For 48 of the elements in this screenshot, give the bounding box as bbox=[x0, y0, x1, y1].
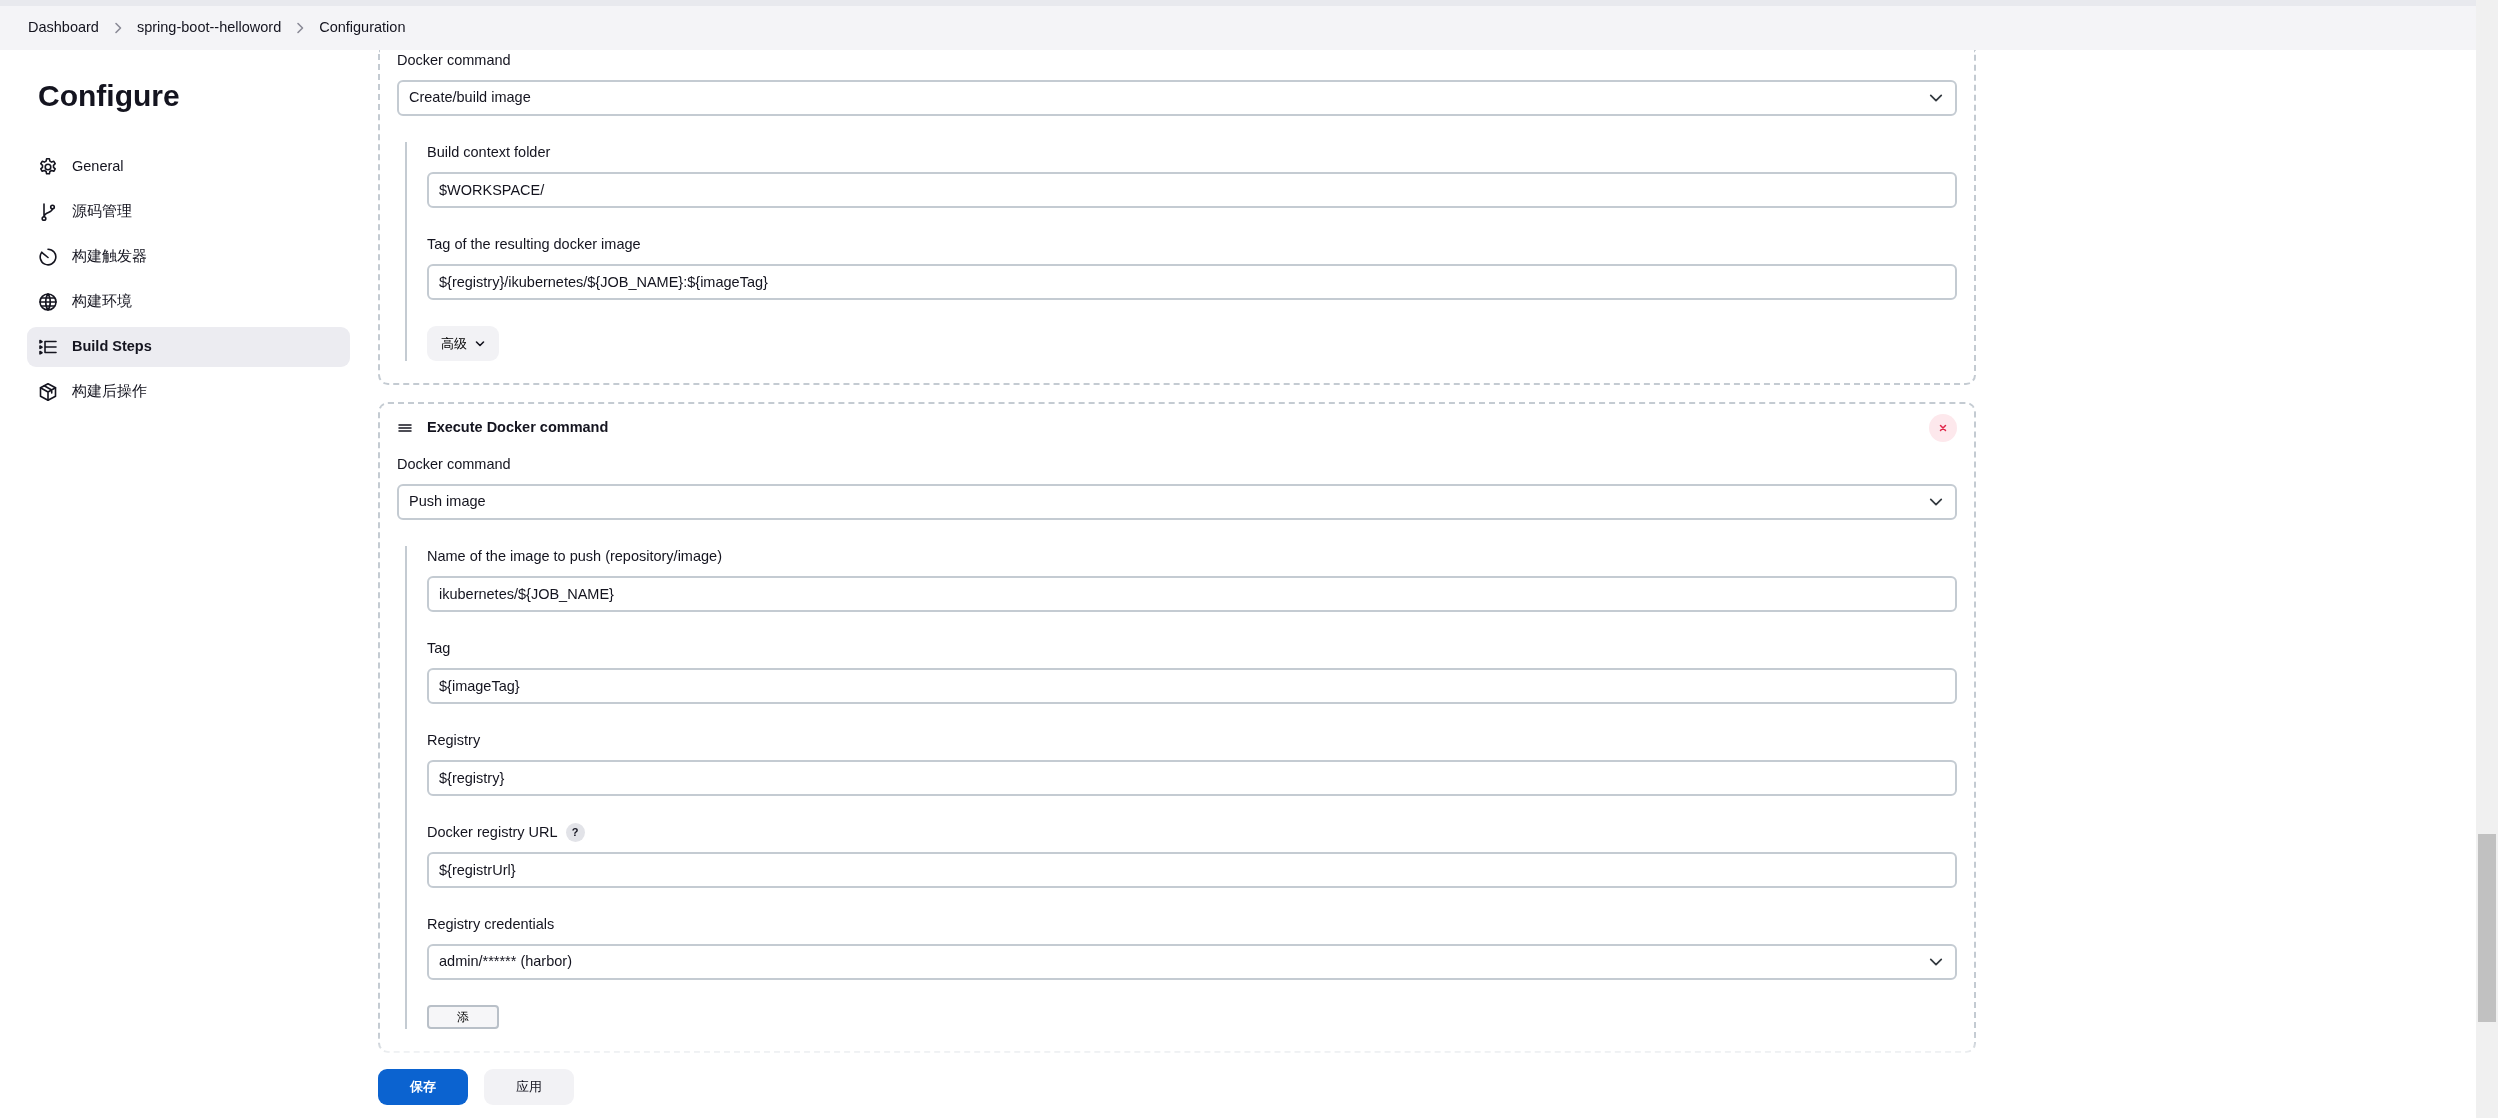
breadcrumb-link[interactable]: spring-boot--helloword bbox=[136, 17, 282, 39]
dropdown-field[interactable]: Create/build image bbox=[397, 80, 1957, 116]
globe-icon bbox=[38, 292, 58, 312]
gear-icon bbox=[38, 157, 58, 177]
field-label: Tag of the resulting docker image bbox=[427, 235, 641, 254]
field-label: Docker registry URL bbox=[427, 823, 558, 842]
sidebar-item[interactable]: General bbox=[27, 147, 350, 187]
list-icon bbox=[38, 337, 58, 357]
advanced-button[interactable]: 高级 bbox=[427, 326, 499, 361]
apply-button[interactable]: 应用 bbox=[484, 1068, 574, 1105]
breadcrumb-link[interactable]: Dashboard bbox=[28, 17, 99, 39]
close-button[interactable] bbox=[1929, 414, 1957, 442]
package-icon bbox=[38, 382, 58, 402]
input-field[interactable]: ${registrUrl} bbox=[427, 852, 1957, 888]
dropdown-field[interactable]: Push image bbox=[397, 484, 1957, 520]
chevron-down-icon bbox=[475, 339, 485, 348]
help-icon[interactable]: ? bbox=[565, 822, 585, 842]
drag-handle-icon bbox=[397, 422, 413, 434]
field-label: Registry credentials bbox=[427, 915, 555, 934]
input-field[interactable]: ${registry}/ikubernetes/${JOB_NAME}:${imageTag} bbox=[427, 264, 1957, 300]
sidebar-item[interactable]: 源码管理 bbox=[27, 192, 350, 232]
chevron-right-icon bbox=[112, 22, 123, 34]
field-label: Docker command bbox=[397, 455, 511, 474]
sidebar-item[interactable]: 构建环境 bbox=[27, 282, 350, 322]
field-label: Registry bbox=[427, 731, 481, 750]
input-field[interactable]: ${imageTag} bbox=[427, 668, 1957, 704]
scrollbar[interactable] bbox=[2476, 0, 2498, 1118]
input-field[interactable]: ${registry} bbox=[427, 760, 1957, 796]
input-field[interactable]: $WORKSPACE/ bbox=[427, 172, 1957, 208]
step-title: Execute Docker command bbox=[427, 418, 609, 438]
field-label: Tag bbox=[427, 639, 451, 658]
sidebar-item[interactable]: 构建触发器 bbox=[27, 237, 350, 277]
input-field[interactable]: ikubernetes/${JOB_NAME} bbox=[427, 576, 1957, 612]
field-label: Docker command bbox=[397, 51, 511, 70]
breadcrumb-link[interactable]: Configuration bbox=[319, 17, 406, 39]
chevron-right-icon bbox=[295, 22, 306, 34]
close-icon bbox=[1938, 423, 1948, 433]
field-label: Name of the image to push (repository/image) bbox=[427, 547, 722, 566]
sidebar-item[interactable]: Build Steps bbox=[27, 327, 350, 367]
branch-icon bbox=[38, 202, 58, 222]
timer-icon bbox=[38, 247, 58, 267]
scrollbar-thumb[interactable] bbox=[2478, 834, 2496, 1022]
field-label: Build context folder bbox=[427, 143, 551, 162]
add-button[interactable]: 添 bbox=[427, 1005, 499, 1029]
page-title: Configure bbox=[38, 78, 181, 114]
save-button[interactable]: 保存 bbox=[378, 1068, 468, 1105]
dropdown-field[interactable]: admin/****** (harbor) bbox=[427, 944, 1957, 980]
sidebar-item[interactable]: 构建后操作 bbox=[27, 372, 350, 412]
